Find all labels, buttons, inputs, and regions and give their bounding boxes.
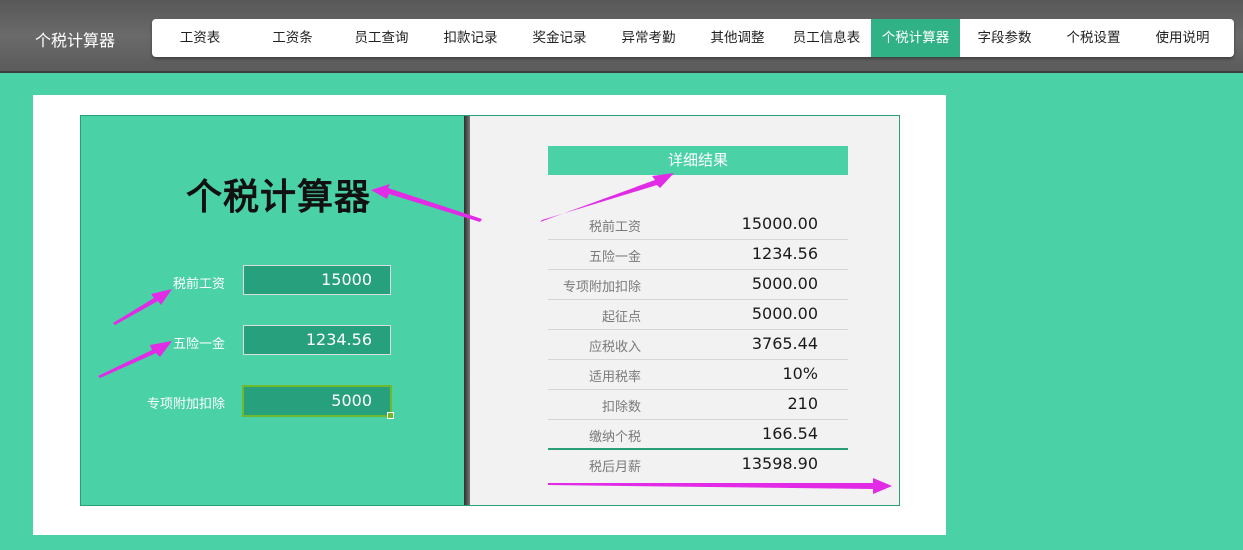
result-row: 应税收入 3765.44 xyxy=(548,330,848,360)
result-row: 起征点 5000.00 xyxy=(548,300,848,330)
insurance-fund-label: 五险一金 xyxy=(172,337,225,352)
results-panel: 详细结果 税前工资 15000.00 五险一金 1234.56 专项附加扣除 5… xyxy=(470,116,899,505)
result-row: 税后月薪 13598.90 xyxy=(548,450,848,480)
insurance-fund-input[interactable]: 1234.56 xyxy=(243,325,391,355)
results-header: 详细结果 xyxy=(548,146,848,175)
pretax-salary-input[interactable]: 15000 xyxy=(243,265,391,295)
tab-help[interactable]: 使用说明 xyxy=(1138,19,1227,57)
result-value: 3765.44 xyxy=(751,334,818,353)
result-row: 专项附加扣除 5000.00 xyxy=(548,270,848,300)
special-deduction-label: 专项附加扣除 xyxy=(146,397,225,412)
tab-deductions[interactable]: 扣款记录 xyxy=(426,19,515,57)
result-label: 起征点 xyxy=(601,310,641,325)
calculator-panel: 个税计算器 税前工资 15000 五险一金 1234.56 专项附加扣除 500… xyxy=(80,115,900,506)
tab-attendance[interactable]: 异常考勤 xyxy=(604,19,693,57)
tab-bar: 工资表 工资条 员工查询 扣款记录 奖金记录 异常考勤 其他调整 员工信息表 个… xyxy=(152,19,1234,57)
tab-tax-settings[interactable]: 个税设置 xyxy=(1049,19,1138,57)
results-list: 税前工资 15000.00 五险一金 1234.56 专项附加扣除 5000.0… xyxy=(548,210,848,480)
result-row: 缴纳个税 166.54 xyxy=(548,420,848,450)
result-row: 五险一金 1234.56 xyxy=(548,240,848,270)
result-value: 1234.56 xyxy=(751,244,818,263)
result-value: 10% xyxy=(782,364,818,383)
input-panel: 个税计算器 税前工资 15000 五险一金 1234.56 专项附加扣除 500… xyxy=(81,116,464,505)
result-label: 扣除数 xyxy=(601,400,641,415)
result-label: 应税收入 xyxy=(588,340,641,355)
result-value: 15000.00 xyxy=(741,214,818,233)
result-label: 缴纳个税 xyxy=(588,430,641,445)
result-value: 5000.00 xyxy=(751,304,818,323)
special-deduction-input[interactable]: 5000 xyxy=(242,385,394,419)
tab-bonus[interactable]: 奖金记录 xyxy=(515,19,604,57)
result-label: 税后月薪 xyxy=(588,460,641,475)
tab-employee-query[interactable]: 员工查询 xyxy=(337,19,426,57)
tab-other-adjust[interactable]: 其他调整 xyxy=(693,19,782,57)
pretax-salary-label: 税前工资 xyxy=(172,277,225,292)
tab-tax-calculator[interactable]: 个税计算器 xyxy=(871,19,960,57)
result-label: 五险一金 xyxy=(588,250,641,265)
app-title: 个税计算器 xyxy=(35,31,116,50)
result-value: 210 xyxy=(787,394,818,413)
result-value: 5000.00 xyxy=(751,274,818,293)
result-label: 专项附加扣除 xyxy=(562,280,641,295)
result-row: 扣除数 210 xyxy=(548,390,848,420)
calculator-title: 个税计算器 xyxy=(186,177,372,218)
tab-field-params[interactable]: 字段参数 xyxy=(960,19,1049,57)
tab-employee-info[interactable]: 员工信息表 xyxy=(782,19,871,57)
result-value: 166.54 xyxy=(762,424,818,443)
result-row: 适用税率 10% xyxy=(548,360,848,390)
tab-payslip[interactable]: 工资条 xyxy=(248,19,337,57)
result-label: 税前工资 xyxy=(588,220,641,235)
top-bar: 个税计算器 工资表 工资条 员工查询 扣款记录 奖金记录 异常考勤 其他调整 员… xyxy=(0,0,1243,73)
result-row: 税前工资 15000.00 xyxy=(548,210,848,240)
result-value: 13598.90 xyxy=(741,454,818,473)
result-label: 适用税率 xyxy=(588,370,641,385)
tab-salary-sheet[interactable]: 工资表 xyxy=(152,19,248,57)
